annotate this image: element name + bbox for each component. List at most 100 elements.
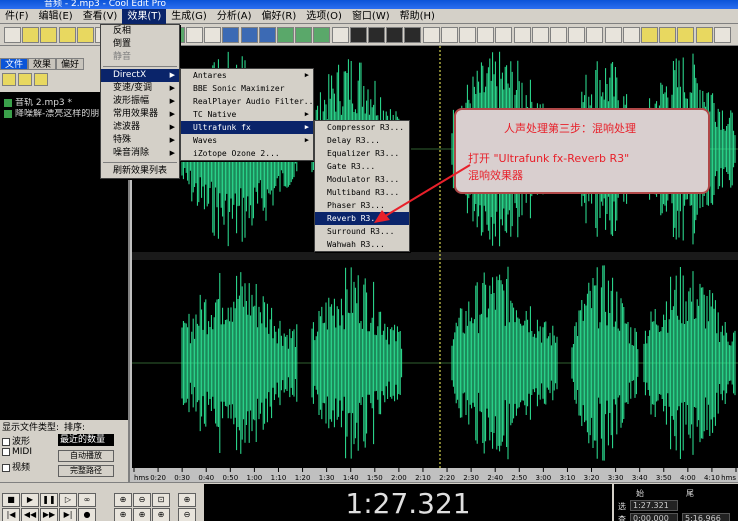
- toolbar-button[interactable]: [186, 27, 203, 43]
- toolbar-button[interactable]: [204, 27, 222, 43]
- toolbar-button[interactable]: [4, 27, 21, 43]
- menu-item[interactable]: 反相: [101, 25, 179, 38]
- toolbar-button[interactable]: [568, 27, 586, 43]
- toolbar-button[interactable]: [477, 27, 495, 43]
- toolbar-button[interactable]: [40, 27, 58, 43]
- menu-item[interactable]: Antares ▶: [181, 69, 313, 82]
- toolbar-button[interactable]: [76, 27, 94, 43]
- menu-item[interactable]: Equalizer R3...: [315, 147, 409, 160]
- tab-effects[interactable]: 效果: [28, 58, 56, 70]
- rewind-button[interactable]: ◀◀: [21, 508, 39, 521]
- toolbar-button[interactable]: [677, 27, 695, 43]
- view-end-field[interactable]: 5:16.966: [682, 513, 730, 521]
- view-start-field[interactable]: 0:00.000: [630, 513, 678, 521]
- toolbar-button[interactable]: [58, 27, 76, 43]
- insert-button[interactable]: [34, 73, 48, 86]
- timeline-ruler[interactable]: hms 0:20 0:30 0:40 0:50 1:00 1:10 1:20 1:30 1:40 1…: [132, 468, 738, 482]
- tab-preferences[interactable]: 偏好: [56, 58, 84, 70]
- toolbar-button[interactable]: [550, 27, 567, 43]
- menu-item[interactable]: 偏好(R): [256, 9, 301, 24]
- menu-item[interactable]: Wahwah R3...: [315, 238, 409, 251]
- menu-item[interactable]: 窗口(W): [347, 9, 395, 24]
- sort-select[interactable]: 最近的数量: [58, 434, 114, 446]
- menu-item[interactable]: RealPlayer Audio Filter...: [181, 95, 318, 108]
- toolbar-button[interactable]: [713, 27, 731, 43]
- toolbar-button[interactable]: [641, 27, 658, 43]
- toolbar-button[interactable]: [622, 27, 640, 43]
- menu-item[interactable]: 滤波器 ▶: [101, 121, 179, 134]
- menu-item[interactable]: 件(F): [0, 9, 34, 24]
- toolbar-button[interactable]: [586, 27, 604, 43]
- tab-files[interactable]: 文件: [0, 58, 28, 70]
- record-button[interactable]: ●: [78, 508, 96, 521]
- menu-item[interactable]: 噪音消除 ▶: [101, 147, 179, 160]
- checkbox-video[interactable]: [2, 463, 10, 472]
- toolbar-button[interactable]: [222, 27, 240, 43]
- close-file-button[interactable]: [18, 73, 32, 86]
- toolbar-button[interactable]: [240, 27, 258, 43]
- menu-item[interactable]: 常用效果器 ▶: [101, 108, 179, 121]
- zoom-left-icon[interactable]: ⊕: [114, 508, 132, 521]
- menu-item[interactable]: 静音: [101, 51, 179, 64]
- zoom-full-icon[interactable]: ⊡: [152, 493, 170, 507]
- toolbar-button[interactable]: [349, 27, 367, 43]
- toolbar-button[interactable]: [459, 27, 476, 43]
- menu-item[interactable]: 帮助(H): [395, 9, 440, 24]
- stop-button[interactable]: ■: [2, 493, 20, 507]
- zoom-selection-icon[interactable]: ⊕: [152, 508, 170, 521]
- menu-item[interactable]: 选项(O): [301, 9, 347, 24]
- zoom-out-icon[interactable]: ⊖: [133, 493, 151, 507]
- toolbar-button[interactable]: [258, 27, 276, 43]
- toolbar-button[interactable]: [313, 27, 331, 43]
- toolbar-button[interactable]: [513, 27, 531, 43]
- forward-button[interactable]: ▶▶: [40, 508, 58, 521]
- toolbar-button[interactable]: [404, 27, 422, 43]
- play-loop-button[interactable]: ▷: [59, 493, 77, 507]
- menu-item[interactable]: 倒置: [101, 38, 179, 51]
- toolbar-button[interactable]: [277, 27, 294, 43]
- toolbar-button[interactable]: [604, 27, 622, 43]
- sel-start-field[interactable]: 1:27.321: [630, 500, 678, 511]
- menu-item[interactable]: 分析(A): [212, 9, 257, 24]
- toolbar-button[interactable]: [695, 27, 713, 43]
- menu-item[interactable]: Waves ▶: [181, 134, 313, 147]
- pause-button[interactable]: ❚❚: [40, 493, 58, 507]
- menu-item[interactable]: 变速/变调 ▶: [101, 82, 179, 95]
- toolbar-button[interactable]: [531, 27, 549, 43]
- checkbox-midi[interactable]: [2, 447, 10, 456]
- menu-item[interactable]: Ultrafunk fx ▶: [181, 121, 313, 134]
- toolbar-button[interactable]: [295, 27, 313, 43]
- open-file-button[interactable]: [2, 73, 16, 86]
- menu-item[interactable]: BBE Sonic Maximizer: [181, 82, 313, 95]
- menu-item[interactable]: Compressor R3...: [315, 121, 409, 134]
- menu-item[interactable]: Delay R3...: [315, 134, 409, 147]
- toolbar-button[interactable]: [495, 27, 513, 43]
- zoom-vertical-in-icon[interactable]: ⊕: [178, 493, 196, 507]
- checkbox-wave[interactable]: [2, 437, 10, 446]
- zoom-vertical-out-icon[interactable]: ⊖: [178, 508, 196, 521]
- toolbar-button[interactable]: [659, 27, 677, 43]
- toolbar-button[interactable]: [386, 27, 404, 43]
- autoplay-button[interactable]: 自动播放: [58, 450, 114, 462]
- menu-item[interactable]: 查看(V): [78, 9, 123, 24]
- menu-item[interactable]: DirectX ▶: [101, 69, 179, 82]
- goto-start-button[interactable]: |◀: [2, 508, 20, 521]
- loop-button[interactable]: ∞: [78, 493, 96, 507]
- zoom-in-icon[interactable]: ⊕: [114, 493, 132, 507]
- menu-item[interactable]: 编辑(E): [34, 9, 78, 24]
- menu-item[interactable]: TC Native ▶: [181, 108, 313, 121]
- menu-item[interactable]: 特殊 ▶: [101, 134, 179, 147]
- menu-item[interactable]: 效果(T): [122, 8, 167, 24]
- goto-end-button[interactable]: ▶|: [59, 508, 77, 521]
- toolbar-button[interactable]: [440, 27, 458, 43]
- toolbar-button[interactable]: [368, 27, 385, 43]
- full-path-button[interactable]: 完整路径: [58, 465, 114, 477]
- toolbar-button[interactable]: [422, 27, 440, 43]
- menu-item[interactable]: 刷新效果列表: [101, 165, 179, 178]
- menu-item[interactable]: 波形振幅 ▶: [101, 95, 179, 108]
- toolbar-button[interactable]: [331, 27, 349, 43]
- menu-item[interactable]: iZotope Ozone 2...: [181, 147, 313, 160]
- zoom-right-icon[interactable]: ⊕: [133, 508, 151, 521]
- toolbar-button[interactable]: [22, 27, 40, 43]
- play-button[interactable]: ▶: [21, 493, 39, 507]
